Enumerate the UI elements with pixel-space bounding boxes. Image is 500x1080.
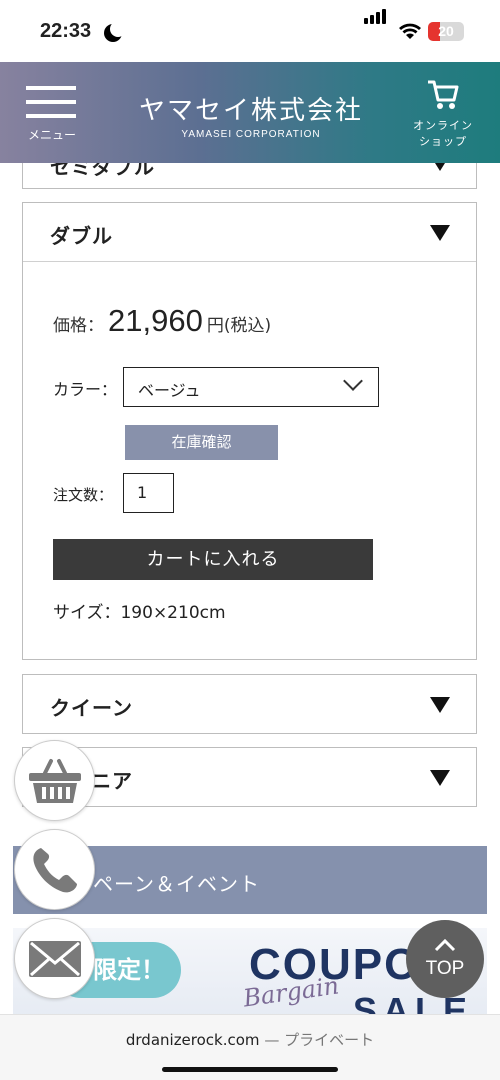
moon-icon [104, 21, 126, 42]
brand-name: ヤマセイ株式会社 [138, 96, 363, 126]
quantity-input[interactable]: 1 [123, 473, 174, 513]
private-mode-label: プライベート [284, 1031, 375, 1049]
chevron-down-icon [430, 697, 450, 713]
home-indicator [162, 1067, 338, 1072]
mail-icon [29, 941, 81, 977]
color-label: カラー： [53, 380, 118, 399]
accordion-double: ダブル 価格： 21,960 円(税込) カラー： ベージュ 在庫確認 注文数： 1… [22, 202, 477, 660]
size-text: サイズ：190×210cm [53, 603, 226, 623]
quantity-label: 注文数： [53, 486, 114, 504]
accordion-double-header[interactable]: ダブル [23, 203, 476, 261]
site-header-overlay: メニュー ヤマセイ株式会社 YAMASEI CORPORATION オンライン … [0, 62, 500, 163]
brand-subtitle: YAMASEI CORPORATION [181, 129, 321, 140]
scroll-top-button[interactable]: TOP [406, 920, 484, 998]
cart-icon [428, 80, 459, 109]
floating-phone-button[interactable] [14, 829, 95, 910]
price-unit: 円(税込) [206, 316, 272, 336]
chevron-down-icon [430, 225, 450, 241]
basket-icon [29, 759, 81, 803]
campaign-title: ペーン＆イベント [93, 872, 260, 896]
online-shop-label-2: ショップ [419, 135, 467, 148]
online-shop-button[interactable]: オンライン ショップ [406, 76, 480, 156]
price-label: 価格： [53, 316, 104, 336]
menu-icon [26, 86, 76, 90]
add-to-cart-button[interactable]: カートに入れる [53, 539, 373, 580]
accordion-title: ダブル [50, 224, 113, 248]
accordion-queen[interactable]: クイーン [22, 674, 477, 734]
divider [23, 261, 476, 262]
accordion-title: クイーン [50, 696, 133, 720]
url-separator: — [259, 1031, 285, 1049]
browser-url-bar[interactable]: drdanizerock.com — プライベート [0, 1014, 500, 1080]
chevron-down-icon [430, 770, 450, 786]
menu-button[interactable]: メニュー [22, 84, 80, 154]
floating-mail-button[interactable] [14, 918, 95, 999]
color-select[interactable]: ベージュ [123, 367, 379, 407]
accordion-title: ニア [91, 769, 133, 793]
chevron-down-icon [343, 371, 363, 391]
url-domain: drdanizerock.com [125, 1031, 260, 1049]
phone-icon [33, 848, 77, 893]
chevron-up-icon [434, 938, 456, 952]
scroll-top-label: TOP [425, 958, 465, 979]
price-value: 21,960 [108, 303, 203, 338]
floating-shop-button[interactable] [14, 740, 95, 821]
wifi-icon [399, 23, 421, 39]
status-time: 22:33 [40, 20, 92, 42]
color-selected-value: ベージュ [138, 381, 201, 400]
menu-label: メニュー [28, 128, 77, 142]
status-bar: 22:33 20 [0, 0, 500, 62]
brand-logo[interactable]: ヤマセイ株式会社 YAMASEI CORPORATION [126, 90, 376, 140]
online-shop-label-1: オンライン [413, 119, 473, 132]
battery-icon: 20 [428, 22, 464, 41]
stock-check-button[interactable]: 在庫確認 [125, 425, 278, 460]
battery-level: 20 [438, 23, 454, 39]
price-row: 価格： 21,960 円(税込) [53, 303, 271, 339]
